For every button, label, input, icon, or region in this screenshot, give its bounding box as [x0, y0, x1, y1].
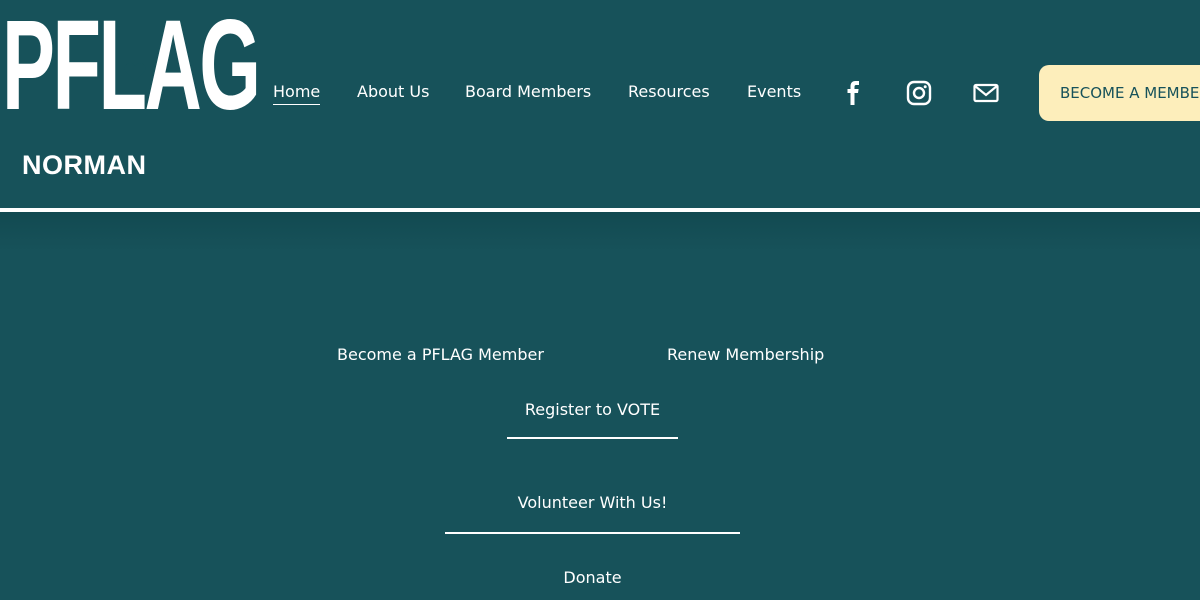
- donate-link[interactable]: Donate: [445, 567, 740, 589]
- pflag-norman-logo[interactable]: PFLAG NORMAN: [0, 2, 261, 188]
- nav-item-board-members[interactable]: Board Members: [465, 80, 591, 104]
- register-to-vote-link[interactable]: Register to VOTE: [507, 399, 678, 421]
- logo-wordmark: PFLAG: [2, 0, 261, 137]
- become-member-button[interactable]: BECOME A MEMBER: [1039, 65, 1200, 121]
- instagram-icon[interactable]: [905, 79, 933, 107]
- register-divider: [507, 437, 678, 439]
- mail-icon[interactable]: [972, 79, 1000, 107]
- renew-membership-link[interactable]: Renew Membership: [667, 344, 824, 366]
- site-header: PFLAG NORMAN Home About Us Board Members…: [0, 0, 1200, 208]
- become-member-link[interactable]: Become a PFLAG Member: [337, 344, 544, 366]
- nav-item-home[interactable]: Home: [273, 80, 321, 105]
- volunteer-link[interactable]: Volunteer With Us!: [445, 492, 740, 514]
- nav-item-resources[interactable]: Resources: [628, 80, 710, 104]
- facebook-icon[interactable]: [839, 79, 867, 107]
- logo-subtitle: NORMAN: [22, 150, 147, 180]
- header-shadow: [0, 212, 1200, 252]
- nav-item-about-us[interactable]: About Us: [357, 80, 429, 104]
- volunteer-divider: [445, 532, 740, 534]
- nav-item-events[interactable]: Events: [747, 80, 801, 104]
- heart-icon: [124, 63, 146, 81]
